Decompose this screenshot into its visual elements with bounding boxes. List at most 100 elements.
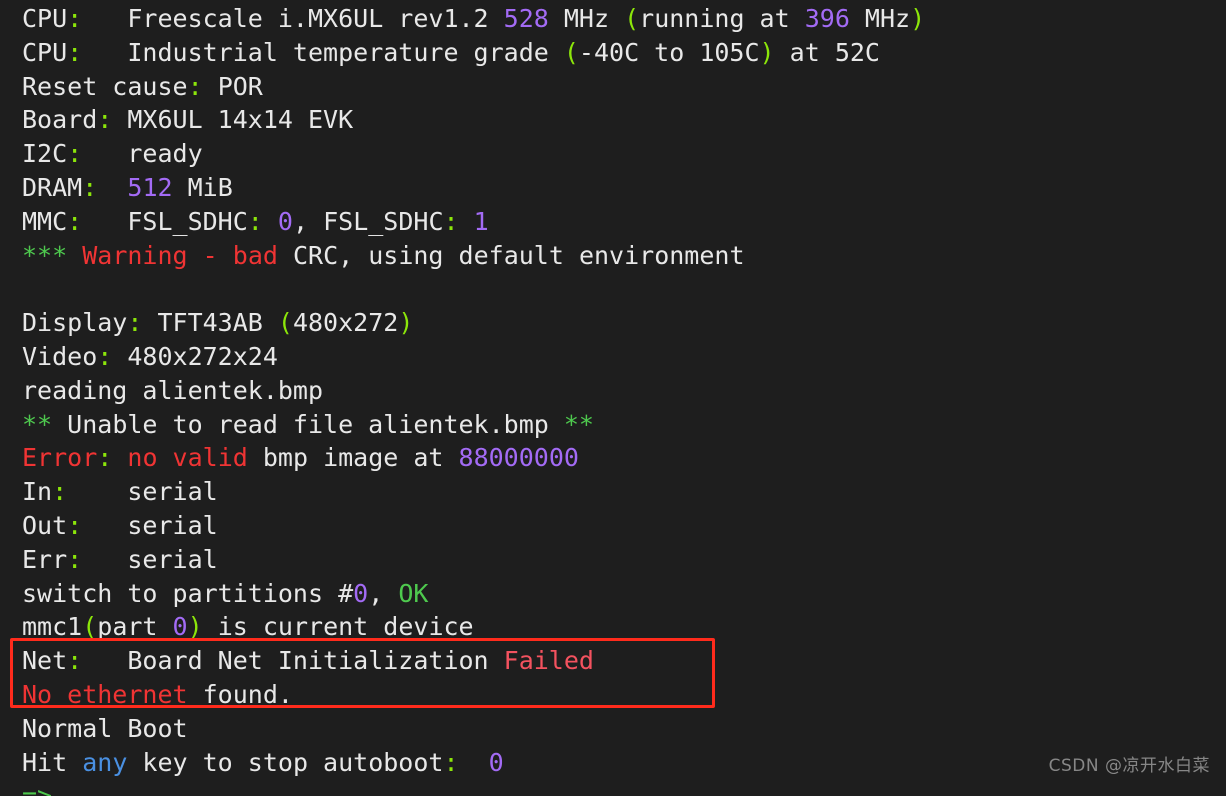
token: : xyxy=(67,139,83,169)
token: bmp image at xyxy=(247,443,459,473)
console-line-normal-boot: Normal Boot xyxy=(22,712,925,746)
token: MX6UL 14x14 EVK xyxy=(112,105,354,135)
csdn-watermark: CSDN @凉开水白菜 xyxy=(1048,756,1210,777)
console-line-switch-part: switch to partitions #0, OK xyxy=(22,577,925,611)
token: reading alientek.bmp xyxy=(22,375,324,405)
token: Freescale i.MX6UL rev1.2 xyxy=(82,4,504,33)
token: 1 xyxy=(473,206,489,236)
console-line-video: Video: 480x272x24 xyxy=(22,340,925,374)
token: any xyxy=(82,747,128,777)
token: ready xyxy=(82,139,203,169)
token: : xyxy=(187,71,203,101)
token: 88000000 xyxy=(458,443,579,473)
token: : xyxy=(67,37,83,67)
terminal-window[interactable]: CPU: Freescale i.MX6UL rev1.2 528 MHz (r… xyxy=(0,0,1226,796)
token: : xyxy=(67,206,83,236)
token: Net xyxy=(22,646,68,676)
token: CPU xyxy=(22,4,68,33)
token: No ethernet xyxy=(22,679,188,709)
token: Reset cause xyxy=(22,71,188,101)
token: Out xyxy=(22,510,68,540)
token: Board Net Initialization xyxy=(82,646,504,676)
token: I2C xyxy=(22,139,68,169)
token: is current device xyxy=(202,612,474,642)
token: key to stop autoboot xyxy=(127,747,444,777)
token: , xyxy=(368,578,399,608)
console-line-error-bmp: Error: no valid bmp image at 88000000 xyxy=(22,441,925,475)
token: switch to partitions # xyxy=(22,578,354,608)
token: 480x272 xyxy=(292,308,399,338)
token: Normal Boot xyxy=(22,713,188,743)
token: POR xyxy=(202,71,263,101)
token: MHz xyxy=(548,4,625,33)
token: TFT43AB xyxy=(142,308,278,338)
token: : xyxy=(97,341,113,371)
token: Hit xyxy=(22,747,83,777)
token: Failed xyxy=(503,646,594,676)
token: running at xyxy=(639,4,805,33)
console-line-dram: DRAM: 512 MiB xyxy=(22,171,925,205)
console-line-out: Out: serial xyxy=(22,509,925,543)
token: ** xyxy=(22,409,53,439)
console-line-hit-any-key: Hit any key to stop autoboot: 0 xyxy=(22,746,925,780)
console-line-reset-cause: Reset cause: POR xyxy=(22,70,925,104)
token: mmc1 xyxy=(22,612,83,642)
token: part xyxy=(97,612,173,642)
token: ( xyxy=(277,308,293,338)
console-output: CPU: Freescale i.MX6UL rev1.2 528 MHz (r… xyxy=(22,2,925,796)
token: CRC, using default environment xyxy=(277,240,745,270)
token: Board xyxy=(22,105,98,135)
console-line-prompt: => xyxy=(22,779,925,796)
token: In xyxy=(22,477,53,507)
token: : xyxy=(247,206,263,236)
token: Err xyxy=(22,544,68,574)
token: at 52C xyxy=(774,37,880,67)
token: FSL_SDHC xyxy=(82,206,248,236)
token: serial xyxy=(67,477,218,507)
console-line-display: Display: TFT43AB (480x272) xyxy=(22,306,925,340)
token: ) xyxy=(398,308,414,338)
token: : xyxy=(127,308,143,338)
token: : xyxy=(52,477,68,507)
console-line-in: In: serial xyxy=(22,475,925,509)
token: ) xyxy=(187,612,203,642)
token: Warning xyxy=(82,240,188,270)
token: 396 xyxy=(804,4,850,33)
console-line-warning-crc: *** Warning - bad CRC, using default env… xyxy=(22,239,925,273)
token: : xyxy=(67,646,83,676)
token: 0 xyxy=(172,612,188,642)
console-line-cpu-freq: CPU: Freescale i.MX6UL rev1.2 528 MHz (r… xyxy=(22,2,925,36)
token: OK xyxy=(398,578,429,608)
token: ) xyxy=(910,4,926,33)
token: bad xyxy=(232,240,278,270)
token: Display xyxy=(22,308,128,338)
console-line-i2c: I2C: ready xyxy=(22,137,925,171)
token: : xyxy=(67,544,83,574)
token: - xyxy=(202,240,218,270)
token: serial xyxy=(82,544,218,574)
token: : xyxy=(67,4,83,33)
console-line-net-init: Net: Board Net Initialization Failed xyxy=(22,644,925,678)
console-line-cpu-temp: CPU: Industrial temperature grade (-40C … xyxy=(22,36,925,70)
token: found. xyxy=(187,679,293,709)
token: ) xyxy=(759,37,775,67)
token: 512 xyxy=(127,172,173,202)
console-line-reading-bmp: reading alientek.bmp xyxy=(22,374,925,408)
console-line-mmc: MMC: FSL_SDHC: 0, FSL_SDHC: 1 xyxy=(22,205,925,239)
token: serial xyxy=(82,510,218,540)
token: : xyxy=(97,443,113,473)
token: : xyxy=(82,172,98,202)
token: CPU xyxy=(22,37,68,67)
token: -40C to 105C xyxy=(578,37,760,67)
token: : xyxy=(97,105,113,135)
console-line-board: Board: MX6UL 14x14 EVK xyxy=(22,103,925,137)
token: ** xyxy=(563,409,594,439)
